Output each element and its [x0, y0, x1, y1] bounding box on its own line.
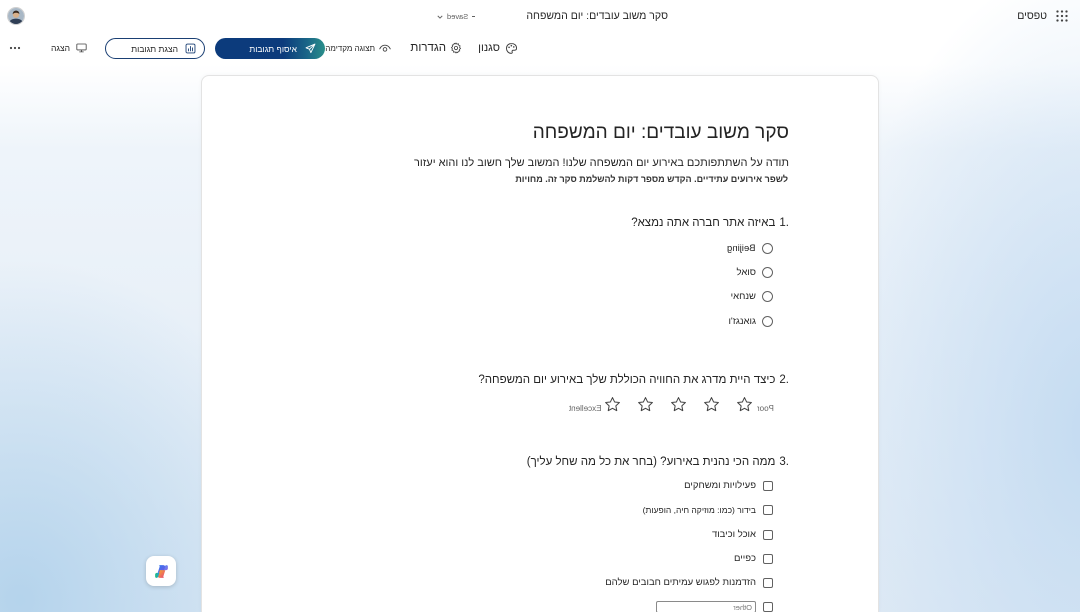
rating-star-5[interactable]: [604, 396, 621, 413]
star-icon: [737, 397, 752, 412]
option-label[interactable]: כפיים: [734, 552, 756, 566]
copilot-button[interactable]: [146, 556, 176, 586]
more-options-button[interactable]: [9, 46, 21, 50]
option-label[interactable]: אוכל וכיבוד: [712, 528, 756, 542]
chart-icon: [185, 43, 196, 54]
option-label[interactable]: Beijing: [727, 242, 756, 256]
star-icon: [605, 397, 620, 412]
style-button[interactable]: סגנון: [478, 41, 518, 55]
settings-label: הגדרות: [410, 42, 446, 54]
view-responses-button[interactable]: הצגת תגובות: [105, 38, 205, 59]
monitor-icon: [76, 43, 87, 53]
question-text: באיזה אתר חברה אתה נמצא?: [631, 217, 776, 229]
checkbox-activities[interactable]: [763, 481, 773, 491]
radio-beijing[interactable]: [762, 243, 773, 254]
checkbox-other[interactable]: [763, 602, 773, 612]
question-text: כיצד היית מדרג את החוויה הכוללת שלך באיר…: [478, 374, 776, 386]
question-number: 2.: [779, 374, 789, 386]
save-status[interactable]: Saved: [437, 10, 476, 23]
form-card: סקר משוב עובדים: יום המשפחה תודה על השתת…: [201, 75, 879, 612]
radio-seoul[interactable]: [762, 267, 773, 278]
rating-star-2[interactable]: [703, 396, 720, 413]
save-status-text: Saved: [447, 12, 469, 21]
title-separator: [472, 16, 476, 17]
waffle-icon: [1056, 10, 1068, 22]
question-3-title[interactable]: 3.ממה הכי נהנית באירוע? (בחר את כל מה שח…: [527, 455, 789, 470]
settings-button[interactable]: הגדרות: [410, 41, 462, 55]
question-2-title[interactable]: 2.כיצד היית מדרג את החוויה הכוללת שלך בא…: [478, 373, 789, 388]
rating-star-1[interactable]: [736, 396, 753, 413]
checkbox-food[interactable]: [763, 530, 773, 540]
question-1-title[interactable]: 1.באיזה אתר חברה אתה נמצא?: [631, 216, 789, 231]
option-label[interactable]: בידור (כמו: מוזיקה חיה, הופעות): [643, 503, 756, 517]
radio-guangzhou[interactable]: [762, 316, 773, 327]
collect-responses-button[interactable]: איסוף תגובות: [215, 38, 325, 59]
option-label[interactable]: שנחאי: [731, 290, 756, 304]
radio-shanghai[interactable]: [762, 291, 773, 302]
star-icon: [671, 397, 686, 412]
form-description-line1[interactable]: תודה על השתתפותכם באירוע יום המשפחה שלנו…: [414, 156, 789, 170]
checkbox-fun[interactable]: [763, 554, 773, 564]
form-description-line2[interactable]: לשפר אירועים עתידיים. הקדש מספר דקות להש…: [515, 173, 788, 185]
rating-stars: [604, 396, 753, 413]
copilot-icon: [154, 564, 168, 578]
avatar-image: [8, 8, 24, 24]
present-label: הצגה: [50, 43, 70, 53]
option-label[interactable]: סואל: [736, 266, 756, 280]
star-icon: [704, 397, 719, 412]
checkbox-meet-colleagues[interactable]: [763, 578, 773, 588]
question-number: 3.: [779, 456, 789, 468]
preview-label: תצוגה מקדימה: [325, 43, 375, 53]
form-title[interactable]: סקר משוב עובדים: יום המשפחה: [533, 121, 789, 145]
option-label[interactable]: פעילויות ומשחקים: [684, 479, 756, 493]
avatar[interactable]: [7, 7, 25, 25]
rating-star-4[interactable]: [637, 396, 654, 413]
chevron-down-icon: [437, 15, 443, 19]
star-icon: [638, 397, 653, 412]
checkbox-entertainment[interactable]: [763, 505, 773, 515]
option-label[interactable]: הזדמנות לפגוש עמיתים חבובים שלהם: [605, 576, 756, 590]
rating-star-3[interactable]: [670, 396, 687, 413]
rating-low-label: Poor: [757, 404, 774, 413]
rating-high-label: Excellent: [568, 404, 601, 413]
eye-icon: [379, 44, 391, 52]
collect-responses-label: איסוף תגובות: [249, 43, 297, 54]
view-responses-label: הצגת תגובות: [131, 43, 178, 54]
gear-icon: [451, 42, 461, 54]
question-text: ממה הכי נהנית באירוע? (בחר את כל מה שחל …: [526, 456, 776, 468]
present-button[interactable]: הצגה: [51, 42, 87, 54]
other-input[interactable]: [656, 601, 756, 612]
palette-icon: [505, 42, 518, 54]
header-form-title[interactable]: סקר משוב עובדים: יום המשפחה: [526, 10, 668, 23]
option-label[interactable]: גואנגז'ו: [728, 315, 756, 329]
app-name[interactable]: טפסים: [1017, 10, 1047, 23]
style-label: סגנון: [478, 42, 500, 54]
app-launcher-button[interactable]: [1056, 10, 1068, 22]
more-icon: [9, 46, 21, 50]
send-icon: [305, 43, 316, 54]
question-number: 1.: [779, 217, 789, 229]
preview-button[interactable]: תצוגה מקדימה: [325, 41, 391, 55]
